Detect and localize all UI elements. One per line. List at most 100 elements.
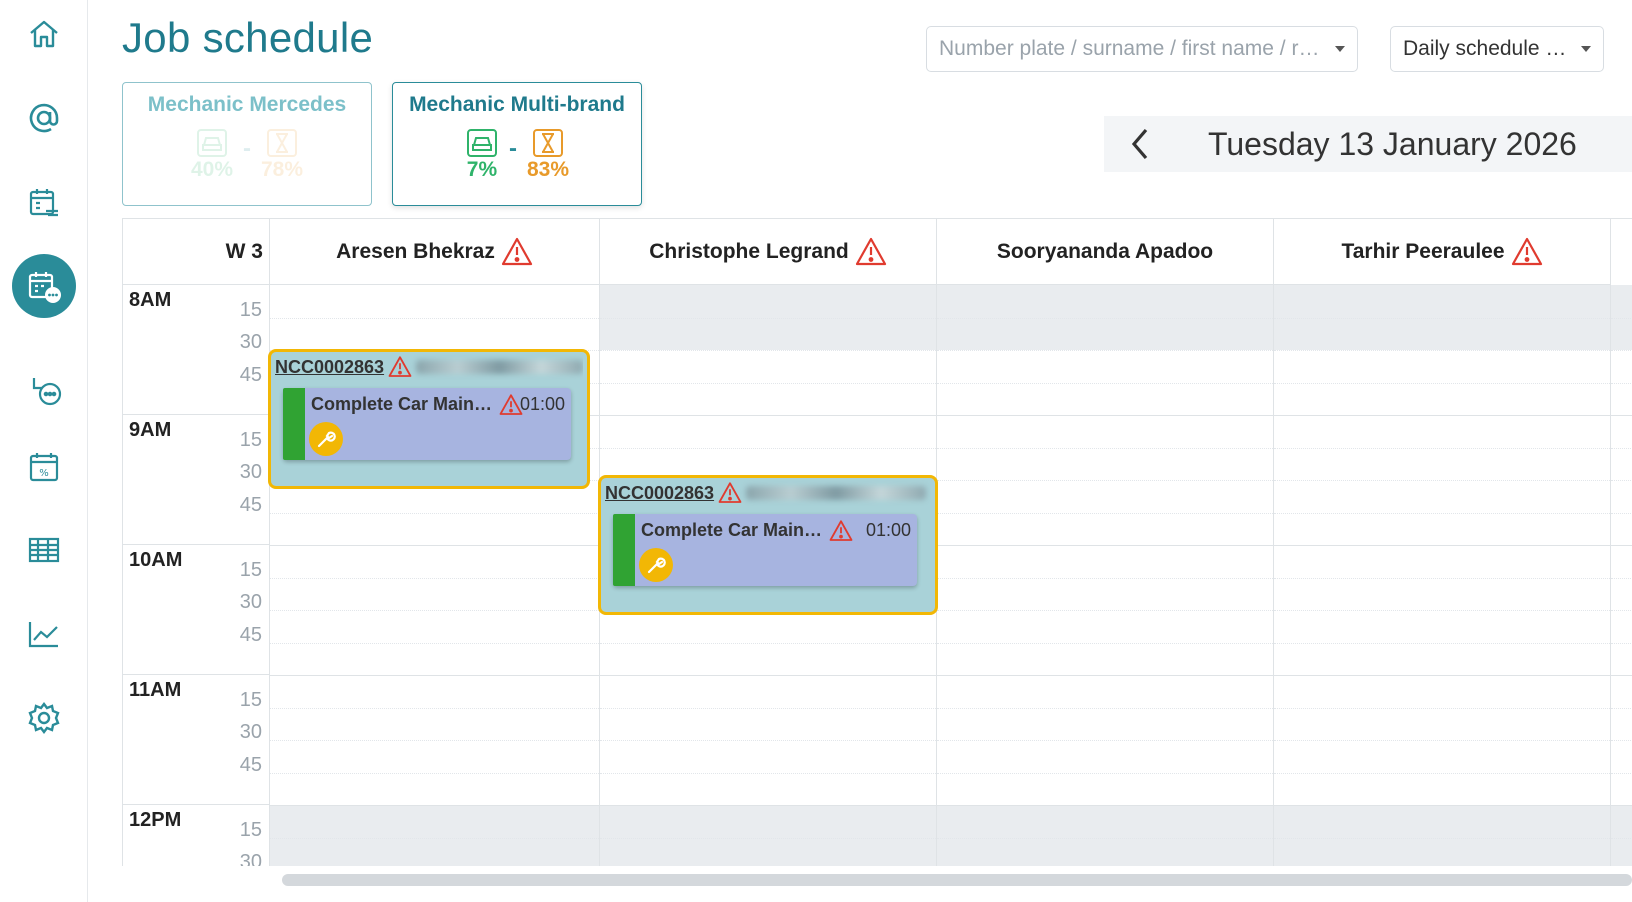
sidebar-item-messages[interactable] [0, 88, 88, 148]
slot-line [1274, 512, 1610, 514]
slot-line [937, 350, 1273, 351]
slot-line [600, 382, 936, 384]
appointment-header: NCC0002863 [275, 354, 583, 380]
chevron-left-icon [1131, 128, 1148, 160]
day-column[interactable] [1274, 285, 1611, 866]
load-stat: 78% [261, 127, 303, 181]
sidebar-item-occupancy[interactable]: % [0, 436, 88, 496]
occupancy-stat: 7% [465, 127, 499, 181]
warning-icon[interactable] [855, 236, 887, 268]
slot-line [270, 610, 599, 611]
appointment-ref-link[interactable]: NCC0002863 [275, 357, 384, 378]
column-header-christophe-legrand[interactable]: Christophe Legrand [600, 219, 937, 285]
column-header-sooryananda-apadoo[interactable]: Sooryananda Apadoo [937, 219, 1274, 285]
sidebar-item-table[interactable] [0, 520, 88, 580]
hourglass-icon [267, 129, 298, 157]
hour-line [937, 805, 1273, 806]
appointment-card[interactable]: NCC0002863 Complete Car Main… 01:00 [268, 349, 590, 489]
warning-icon[interactable] [1511, 236, 1543, 268]
hour-line [937, 415, 1273, 416]
hour-line [1274, 675, 1610, 676]
stat-separator: - [508, 135, 517, 162]
warning-icon[interactable] [501, 236, 533, 268]
slot-line [1274, 382, 1610, 384]
chart-line-icon [28, 622, 58, 648]
slot-line [937, 610, 1273, 611]
horizontal-scrollbar[interactable] [282, 874, 1632, 886]
slot-line [1611, 610, 1632, 611]
column-header-tarhir-peeraulee[interactable]: Tarhir Peeraulee [1274, 219, 1611, 285]
slot-line [1274, 772, 1610, 774]
slot-line [937, 837, 1273, 839]
hour-line [270, 545, 599, 546]
workshop-tab-multi-brand[interactable]: Mechanic Multi-brand 7% - 83% [392, 82, 642, 206]
slot-line [600, 350, 936, 351]
closed-slot [600, 805, 936, 866]
search-placeholder: Number plate / surname / first name / r… [939, 37, 1320, 60]
search-input[interactable]: Number plate / surname / first name / r… [926, 26, 1358, 72]
active-indicator [12, 254, 76, 318]
schedule-grid: W 3 Aresen Bhekraz Christophe Legrand So… [122, 218, 1632, 866]
appointment-ref-link[interactable]: NCC0002863 [605, 483, 714, 504]
sidebar: % [0, 0, 88, 902]
hour-line [270, 805, 599, 806]
slot-line [1611, 317, 1632, 319]
task-status-bar [283, 388, 305, 460]
view-select[interactable]: Daily schedule … [1390, 26, 1604, 72]
previous-day-button[interactable] [1104, 116, 1176, 172]
task-card[interactable]: Complete Car Main… 01:00 [283, 388, 571, 460]
workshop-name: Mechanic Mercedes [147, 93, 347, 116]
slot-line [937, 317, 1273, 319]
view-select-value: Daily schedule … [1403, 37, 1567, 60]
workshop-stats: 40% - 78% [123, 127, 371, 181]
hour-line [1611, 805, 1632, 806]
sidebar-item-home[interactable] [0, 4, 88, 64]
occupancy-stat: 40% [191, 127, 233, 181]
slot-line [937, 772, 1273, 774]
page-title: Job schedule [122, 14, 374, 61]
table-icon [28, 537, 60, 563]
slot-line [270, 512, 599, 514]
task-card[interactable]: Complete Car Main… 01:00 [613, 514, 917, 586]
slot-line [600, 317, 936, 319]
sidebar-item-statistics[interactable] [0, 604, 88, 664]
workshop-tab-mercedes[interactable]: Mechanic Mercedes 40% - 78% [122, 82, 372, 206]
sidebar-item-workflow[interactable] [0, 362, 88, 422]
hour-label: 11AM [129, 679, 182, 701]
slot-line [1611, 350, 1632, 351]
slot-line [937, 382, 1273, 384]
wrench-icon [317, 431, 336, 448]
slot-line [1611, 707, 1632, 709]
hour-line [600, 805, 936, 806]
slot-line [270, 642, 599, 644]
hour-line [270, 675, 599, 676]
sidebar-item-job-schedule[interactable] [0, 254, 88, 318]
slot-line [1611, 480, 1632, 481]
week-number: W 3 [123, 219, 270, 285]
quarter-label: 15 [239, 559, 262, 581]
sidebar-item-settings[interactable] [0, 688, 88, 748]
column-header-aresen-bhekraz[interactable]: Aresen Bhekraz [270, 219, 600, 285]
slot-line [1611, 577, 1632, 579]
hour-line [1611, 675, 1632, 676]
slot-line [270, 317, 599, 319]
occupancy-value: 7% [466, 158, 498, 181]
day-column[interactable] [1611, 285, 1632, 866]
day-column[interactable] [937, 285, 1274, 866]
stat-separator: - [243, 135, 251, 162]
workshop-stats: 7% - 83% [393, 127, 641, 181]
quarter-label: 15 [239, 819, 262, 841]
slot-line [937, 512, 1273, 514]
quarter-label: 30 [239, 721, 262, 743]
at-icon [29, 103, 59, 133]
date-navigator: Tuesday 13 January 2026 [1104, 116, 1632, 172]
task-status-bar [613, 514, 635, 586]
appointment-card[interactable]: NCC0002863 Complete Car Main… 01:00 [598, 475, 938, 615]
load-value: 83% [526, 158, 570, 181]
slot-line [937, 577, 1273, 579]
slot-line [1611, 447, 1632, 449]
quarter-label: 45 [239, 364, 262, 386]
sidebar-item-appointments[interactable] [0, 172, 88, 232]
task-duration: 01:00 [865, 520, 911, 540]
task-duration: 01:00 [519, 394, 565, 414]
